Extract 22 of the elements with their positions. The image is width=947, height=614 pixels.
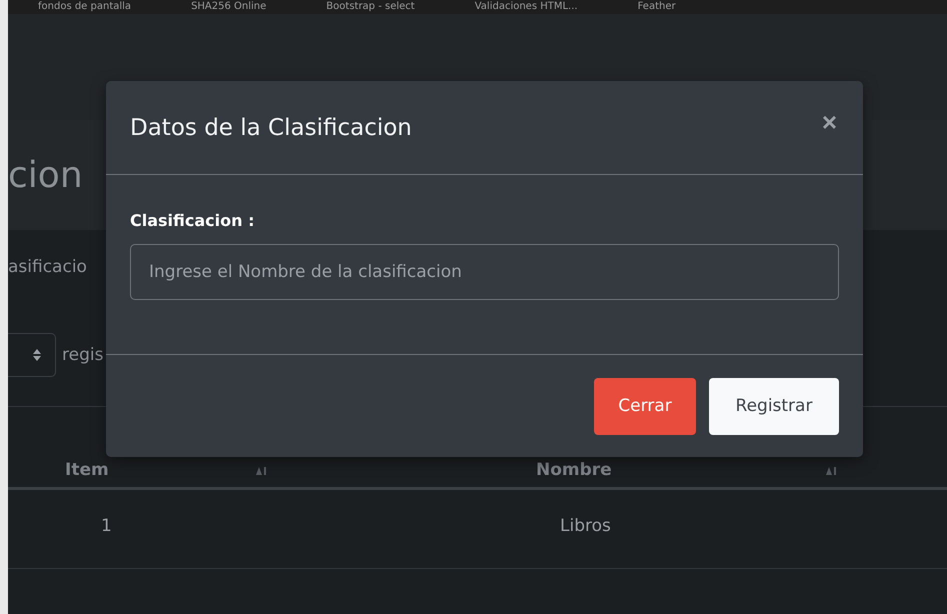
dialog-button[interactable]: Cerrar [594,378,696,434]
close-button[interactable]: × [822,108,837,134]
modal-title: Datos de la Clasificacion [130,114,412,140]
sort-icon[interactable] [256,467,268,475]
bookmark-link[interactable]: Bootstrap - select [326,1,415,13]
bookmark-link[interactable]: fondos de pantalla [38,1,132,13]
length-select[interactable] [8,333,56,377]
up-down-icon [33,349,41,361]
length-label: regis [62,345,104,365]
dialog-button[interactable]: Registrar [709,378,839,434]
column-header[interactable]: Item [65,460,109,480]
table-cell: Libros [560,516,611,536]
page-title: cion [8,154,83,196]
card-title: asificacio [8,257,87,277]
sort-icon[interactable] [826,467,838,475]
column-header[interactable]: Nombre [536,460,612,480]
bookmark-link[interactable]: SHA256 Online [191,1,266,13]
field-label: Clasificacion : [130,211,256,230]
table-cell: 1 [101,516,112,536]
bookmark-link[interactable]: Feather [638,1,676,13]
input-field[interactable]: Ingrese el Nombre de la clasificacion [130,244,839,300]
bookmark-link[interactable]: Validaciones HTML... [474,1,578,13]
